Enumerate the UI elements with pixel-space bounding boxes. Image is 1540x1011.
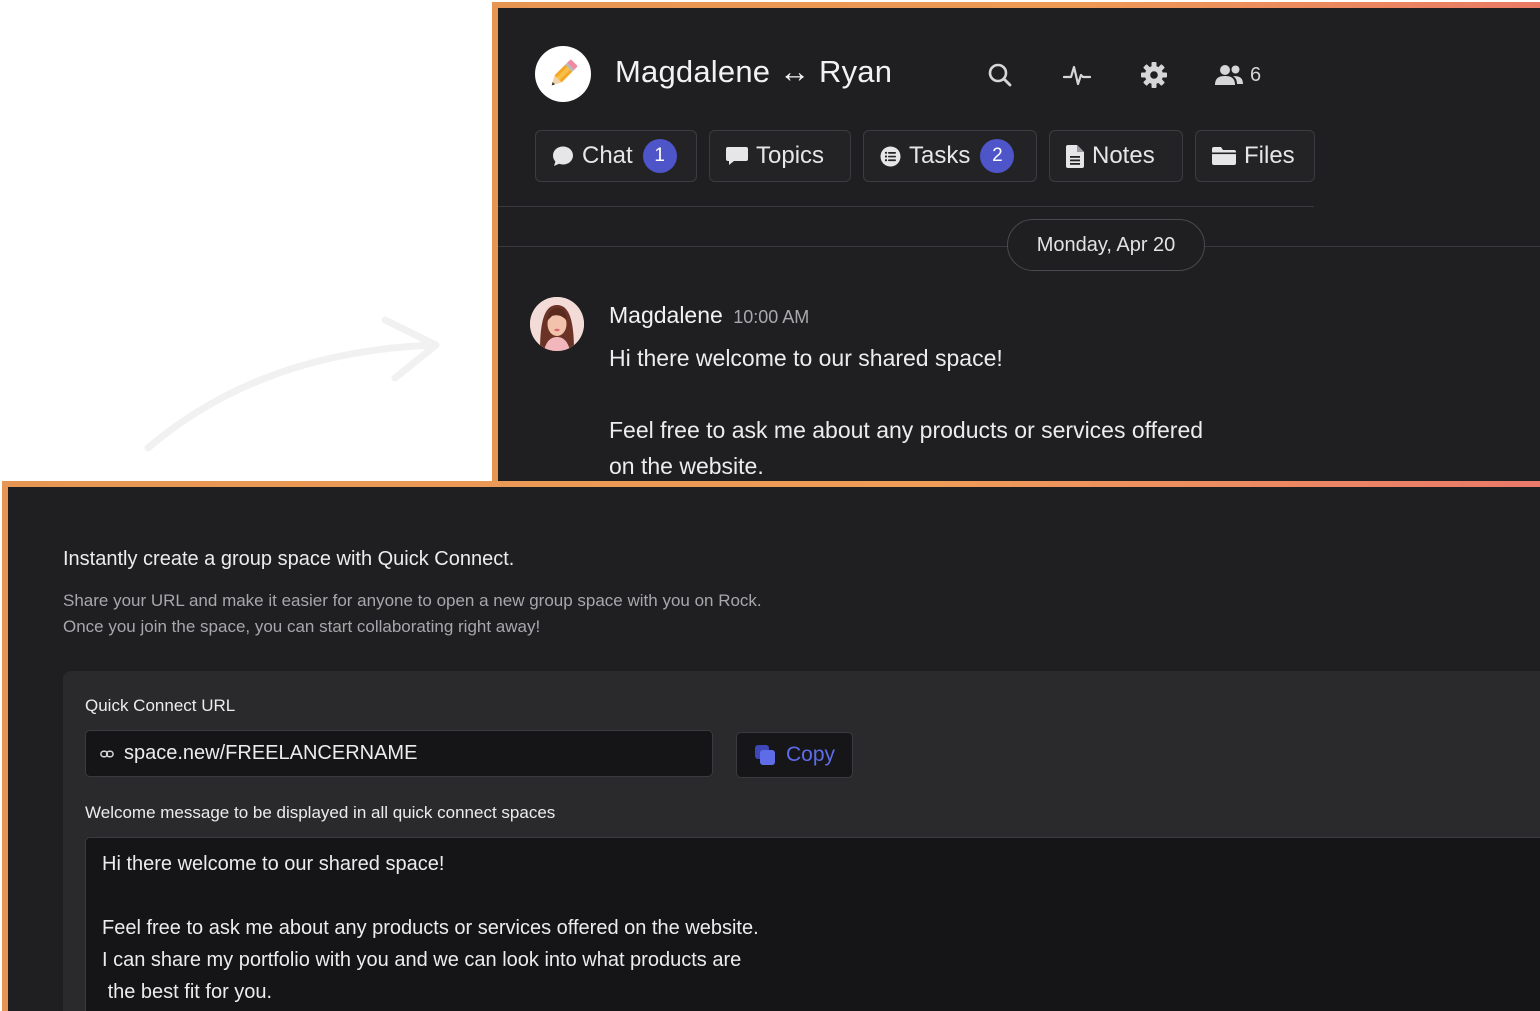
chat-unread-badge: 1	[642, 139, 677, 173]
tab-files-label: Files	[1244, 142, 1295, 169]
quick-connect-panel: Instantly create a group space with Quic…	[2, 481, 1540, 1011]
space-chat-window: Magdalene ↔ Ryan 6 Chat 1 Topics Tasks 2…	[498, 8, 1540, 492]
avatar[interactable]	[530, 297, 584, 351]
welcome-message-label: Welcome message to be displayed in all q…	[85, 803, 556, 822]
space-chat-panel: Magdalene ↔ Ryan 6 Chat 1 Topics Tasks 2…	[492, 2, 1540, 492]
tasks-count-badge: 2	[980, 139, 1015, 173]
tab-topics-label: Topics	[756, 142, 825, 169]
settings-button[interactable]	[1139, 60, 1169, 90]
avatar-photo	[530, 297, 584, 351]
gear-icon	[1141, 62, 1167, 88]
pencil-icon	[551, 59, 578, 86]
search-icon	[988, 63, 1012, 87]
message-line: Hi there welcome to our shared space!	[609, 345, 1003, 371]
tabs-divider	[498, 206, 1314, 207]
tab-files[interactable]: Files	[1195, 130, 1315, 182]
date-divider: Monday, Apr 20	[1007, 219, 1205, 271]
space-title: Magdalene ↔ Ryan	[615, 54, 893, 89]
message-square-icon	[726, 147, 748, 165]
message-author-name: Magdalene	[609, 302, 723, 328]
copy-button-label: Copy	[785, 743, 836, 766]
list-icon	[880, 146, 901, 166]
quick-connect-card: Quick Connect URL space.new/FREELANCERNA…	[63, 671, 1540, 1011]
tab-notes-label: Notes	[1092, 142, 1155, 169]
decorative-arrow	[144, 316, 440, 452]
tab-chat[interactable]: Chat 1	[535, 130, 697, 182]
link-icon	[100, 749, 114, 758]
search-button[interactable]	[985, 60, 1015, 90]
folder-icon	[1212, 147, 1236, 165]
tab-topics[interactable]: Topics	[709, 130, 851, 182]
message-author: Magdalene 10:00 AM	[609, 302, 809, 329]
chat-bubble-icon	[553, 146, 573, 166]
document-icon	[1066, 144, 1084, 168]
quick-connect-url-value: space.new/FREELANCERNAME	[124, 742, 418, 764]
activity-icon	[1063, 65, 1091, 86]
activity-button[interactable]	[1062, 60, 1092, 90]
tab-notes[interactable]: Notes	[1049, 130, 1183, 182]
message-spacer	[609, 376, 1309, 412]
message-line: Feel free to ask me about any products o…	[609, 417, 1204, 443]
url-field-label: Quick Connect URL	[85, 696, 236, 715]
quick-connect-settings: Instantly create a group space with Quic…	[8, 487, 1540, 1011]
space-avatar[interactable]	[535, 46, 591, 102]
message-body: Hi there welcome to our shared space! Fe…	[609, 340, 1309, 484]
message-timestamp: 10:00 AM	[733, 307, 810, 327]
members-button[interactable]	[1214, 60, 1244, 90]
tab-tasks[interactable]: Tasks 2	[863, 130, 1037, 182]
quick-connect-description: Share your URL and make it easier for an…	[63, 591, 762, 636]
members-icon	[1215, 65, 1243, 85]
member-count: 6	[1250, 64, 1262, 86]
copy-button[interactable]: Copy	[736, 732, 853, 778]
welcome-message-textarea[interactable]: Hi there welcome to our shared space! Fe…	[85, 837, 1540, 1011]
tab-tasks-label: Tasks	[909, 142, 971, 169]
copy-icon	[754, 745, 775, 765]
quick-connect-heading: Instantly create a group space with Quic…	[63, 548, 515, 570]
message-line: on the website.	[609, 453, 764, 479]
quick-connect-url-field[interactable]: space.new/FREELANCERNAME	[85, 730, 713, 777]
tab-chat-label: Chat	[582, 142, 633, 169]
